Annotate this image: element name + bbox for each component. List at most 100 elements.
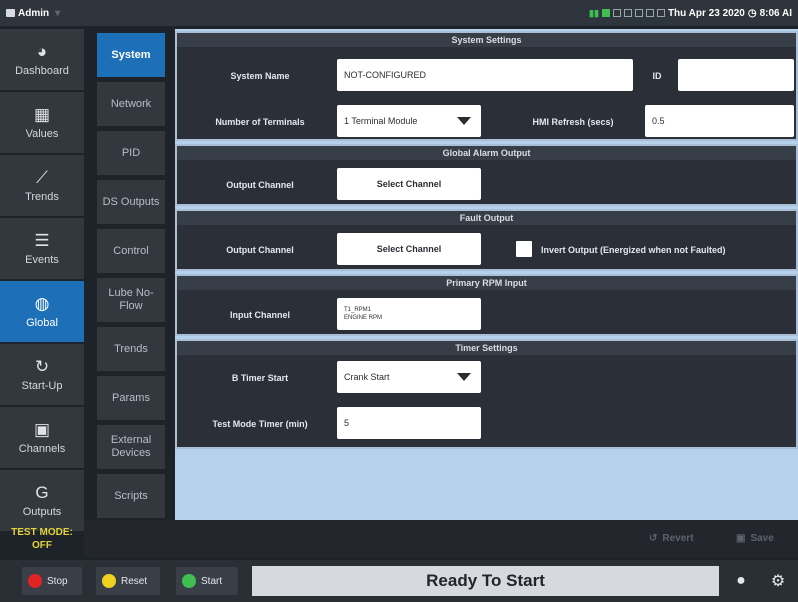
input-channel-select[interactable]: T1_RPM1 ENGINE RPM bbox=[337, 298, 481, 330]
info-icon: ● bbox=[736, 572, 746, 589]
subnav-item-scripts[interactable]: Scripts bbox=[97, 474, 165, 518]
subnav-item-lube-no-flow[interactable]: Lube No-Flow bbox=[97, 278, 165, 322]
section-title: Timer Settings bbox=[177, 341, 796, 355]
start-button[interactable]: Start bbox=[176, 567, 238, 595]
terminals-label: Number of Terminals bbox=[215, 117, 305, 127]
timer-settings-section: Timer Settings B Timer Start Crank Start… bbox=[175, 339, 798, 449]
nav-item-label: Outputs bbox=[22, 505, 62, 518]
chip-icon: ▣ bbox=[33, 419, 51, 439]
save-label: Save bbox=[750, 533, 774, 544]
primary-rpm-input-section: Primary RPM Input Input Channel T1_RPM1 … bbox=[175, 274, 798, 336]
nav-item-dashboard[interactable]: ◕ Dashboard bbox=[0, 29, 84, 90]
subnav-item-params[interactable]: Params bbox=[97, 376, 165, 420]
user-indicator[interactable]: Admin ▾ bbox=[6, 8, 60, 19]
settings-panel: System Settings System Name NOT-CONFIGUR… bbox=[175, 29, 798, 520]
select-channel-button[interactable]: Select Channel bbox=[337, 168, 481, 200]
connection-status-icon bbox=[601, 9, 610, 17]
id-input[interactable] bbox=[678, 59, 794, 91]
nav-item-label: Start-Up bbox=[21, 379, 63, 392]
subnav-item-network[interactable]: Network bbox=[97, 82, 165, 126]
start-label: Start bbox=[201, 575, 223, 587]
refresh-icon: ↻ bbox=[34, 356, 50, 376]
hmi-refresh-label: HMI Refresh (secs) bbox=[532, 117, 614, 127]
system-name-input[interactable]: NOT-CONFIGURED bbox=[337, 59, 633, 91]
save-button[interactable]: ▣ Save bbox=[736, 533, 774, 544]
section-title: Primary RPM Input bbox=[177, 276, 796, 290]
revert-icon: ↺ bbox=[649, 533, 658, 544]
nav-item-label: Dashboard bbox=[15, 64, 69, 77]
terminals-select[interactable]: 1 Terminal Module bbox=[337, 105, 481, 137]
test-mode-label: TEST MODE: bbox=[11, 527, 73, 538]
b-timer-value: Crank Start bbox=[344, 372, 390, 382]
save-icon: ▣ bbox=[736, 533, 746, 544]
status-display: Ready To Start bbox=[252, 566, 719, 596]
chevron-icon: ▾ bbox=[55, 7, 61, 19]
calendar-icon bbox=[656, 9, 665, 17]
nav-item-values[interactable]: ▦ Values bbox=[0, 92, 84, 153]
status-box-icon bbox=[645, 9, 654, 17]
nav-item-label: Values bbox=[25, 127, 59, 140]
select-channel-button[interactable]: Select Channel bbox=[337, 233, 481, 265]
global-alarm-output-section: Global Alarm Output Output Channel Selec… bbox=[175, 144, 798, 206]
nav-item-label: Global bbox=[26, 316, 58, 329]
b-timer-label: B Timer Start bbox=[231, 373, 289, 383]
stop-icon bbox=[28, 574, 42, 588]
section-title: Fault Output bbox=[177, 211, 796, 225]
revert-label: Revert bbox=[662, 533, 694, 544]
b-timer-select[interactable]: Crank Start bbox=[337, 361, 481, 393]
status-box-icon bbox=[634, 9, 643, 17]
invert-output-checkbox[interactable] bbox=[516, 241, 532, 257]
hmi-refresh-input[interactable]: 0.5 bbox=[645, 105, 794, 137]
signal-icon: ▮▮ bbox=[589, 7, 599, 18]
test-mode-timer-input[interactable]: 5 bbox=[337, 407, 481, 439]
nav-item-label: Trends bbox=[25, 190, 59, 203]
system-name-label: System Name bbox=[230, 71, 290, 81]
reset-icon bbox=[102, 574, 116, 588]
subnav-item-pid[interactable]: PID bbox=[97, 131, 165, 175]
settings-button[interactable]: ⚙ bbox=[764, 567, 792, 595]
nav-item-start-up[interactable]: ↻ Start-Up bbox=[0, 344, 84, 405]
output-icon: G bbox=[35, 482, 49, 502]
id-label: ID bbox=[652, 71, 662, 81]
subnav-item-trends[interactable]: Trends bbox=[97, 327, 165, 371]
status-bar: Admin ▾ ▮▮ Thu Apr 23 2020 ◷ 8:06 AI bbox=[0, 0, 798, 26]
terminals-value: 1 Terminal Module bbox=[344, 116, 418, 126]
reset-button[interactable]: Reset bbox=[96, 567, 160, 595]
gauge-icon: ◕ bbox=[36, 41, 48, 61]
info-button[interactable]: ● bbox=[727, 567, 755, 595]
line-chart-icon: ⟋ bbox=[36, 167, 48, 187]
invert-output-label: Invert Output (Energized when not Faulte… bbox=[541, 245, 726, 255]
nav-item-events[interactable]: ☰ Events bbox=[0, 218, 84, 279]
start-icon bbox=[182, 574, 196, 588]
grid-icon: ▦ bbox=[33, 104, 51, 124]
stop-button[interactable]: Stop bbox=[22, 567, 82, 595]
main-nav: ◕ Dashboard ▦ Values ⟋ Trends ☰ Events ◍… bbox=[0, 29, 84, 533]
channel-name: ENGINE RPM bbox=[344, 315, 383, 321]
subnav-item-control[interactable]: Control bbox=[97, 229, 165, 273]
system-settings-section: System Settings System Name NOT-CONFIGUR… bbox=[175, 31, 798, 141]
chevron-down-icon bbox=[457, 373, 471, 381]
nav-item-label: Channels bbox=[18, 442, 66, 455]
action-bar: ↺ Revert ▣ Save bbox=[84, 520, 798, 558]
gear-icon: ⚙ bbox=[770, 573, 786, 590]
subnav-item-ds-outputs[interactable]: DS Outputs bbox=[97, 180, 165, 224]
user-name: Admin bbox=[18, 7, 50, 19]
fault-output-section: Fault Output Output Channel Select Chann… bbox=[175, 209, 798, 271]
nav-item-label: Events bbox=[25, 253, 59, 266]
nav-item-channels[interactable]: ▣ Channels bbox=[0, 407, 84, 468]
output-channel-label: Output Channel bbox=[226, 245, 294, 255]
nav-item-trends[interactable]: ⟋ Trends bbox=[0, 155, 84, 216]
output-channel-label: Output Channel bbox=[226, 180, 294, 190]
chevron-down-icon bbox=[457, 117, 471, 125]
user-icon bbox=[6, 9, 15, 17]
control-bar: Stop Reset Start Ready To Start ● ⚙ bbox=[0, 560, 798, 602]
subnav-item-external-devices[interactable]: External Devices bbox=[97, 425, 165, 469]
status-box-icon bbox=[612, 9, 621, 17]
subnav-item-system[interactable]: System bbox=[97, 33, 165, 77]
revert-button[interactable]: ↺ Revert bbox=[649, 533, 694, 544]
time-text: 8:06 AI bbox=[759, 7, 792, 19]
list-icon: ☰ bbox=[34, 230, 50, 250]
nav-item-global[interactable]: ◍ Global bbox=[0, 281, 84, 342]
test-mode-indicator[interactable]: TEST MODE: OFF bbox=[0, 520, 84, 558]
sub-nav: System Network PID DS Outputs Control Lu… bbox=[97, 33, 165, 523]
